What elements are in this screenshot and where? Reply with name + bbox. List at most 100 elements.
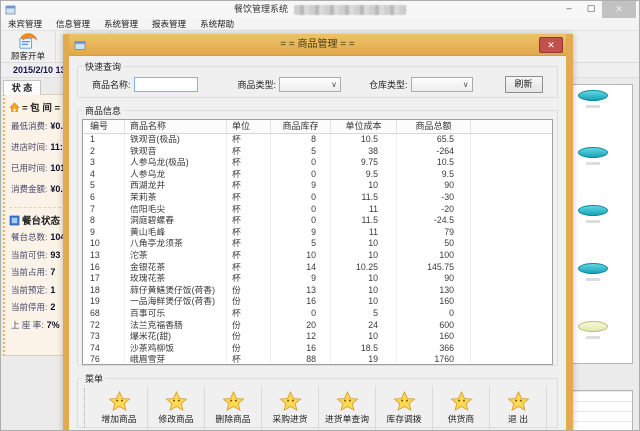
table-row[interactable]: 2铁观音杯538-264 [83,146,552,158]
table-status-title: 餐台状态 [22,213,60,227]
menu-button[interactable]: 采购进货 [262,386,319,430]
stat-row: 已用时间:101 [5,158,66,179]
table-row[interactable]: 10八角亭龙须茶杯51050 [83,238,552,250]
table-cell: 10 [271,250,331,262]
dining-table-icon[interactable] [578,147,608,158]
table-row[interactable]: 73爆米花(甜)份1210160 [83,331,552,343]
table-row[interactable]: 3人参乌龙(极品)杯09.7510.5 [83,157,552,169]
menu-button[interactable]: 退 出 [490,386,547,430]
menu-button[interactable]: 删除商品 [205,386,262,430]
table-row[interactable]: 5西湖龙井杯91090 [83,180,552,192]
table-row[interactable]: 9黄山毛峰杯91179 [83,227,552,239]
column-header[interactable]: 编号 [83,120,125,133]
table-cell: 9 [271,180,331,192]
table-row[interactable]: 6茉莉茶杯011.5-30 [83,192,552,204]
stat-label: 进店时间: [11,142,47,152]
menu-button-label: 供货商 [448,412,474,425]
table-cell-filler [471,343,552,355]
tab-status[interactable]: 状 态 [3,80,41,95]
app-window: 餐饮管理系统 – ▢ ✕ 来宾管理信息管理系统管理报表管理系统帮助 顾客开单增加… [0,0,640,431]
table-cell-filler [471,238,552,250]
column-header[interactable]: 单位 [227,120,271,133]
dining-table-icon[interactable] [578,263,608,274]
dining-table-icon[interactable] [578,321,608,332]
table-cell: 73 [83,331,125,343]
star-icon [450,391,473,411]
table-row[interactable]: 19一品海鲜煲仔饭(荷香)份1610160 [83,296,552,308]
table-cell: 160 [397,296,471,308]
table-cell: 茉莉茶 [125,192,227,204]
table-row[interactable]: 16金银花茶杯1410.25145.75 [83,262,552,274]
table-cell: -24.5 [397,215,471,227]
table-cell: 11.5 [331,192,397,204]
table-row[interactable]: 74沙茶鸡柳饭份1618.5366 [83,343,552,355]
table-cell: 10 [331,238,397,250]
table-row[interactable]: 72法兰克福香肠份2024600 [83,320,552,332]
product-name-input[interactable] [134,77,198,92]
menu-button[interactable]: 修改商品 [148,386,205,430]
column-header[interactable]: 商品库存 [271,120,331,133]
menu-button[interactable]: 进货单查询 [319,386,376,430]
minimize-button[interactable]: – [558,1,580,16]
table-cell: 杯 [227,146,271,158]
table-cell: 杯 [227,192,271,204]
table-cell: 11 [331,227,397,239]
table-cell: 爆米花(甜) [125,331,227,343]
window-close-button[interactable]: ✕ [602,1,636,18]
menu-button[interactable]: 供货商 [433,386,490,430]
table-cell-filler [471,250,552,262]
star-icon [507,391,530,411]
menubar-item[interactable]: 系统帮助 [193,18,241,31]
dialog-close-button[interactable]: ✕ [539,37,563,53]
table-cell-filler [471,296,552,308]
menubar-item[interactable]: 信息管理 [49,18,97,31]
table-cell: 13 [271,285,331,297]
table-cell: 铁观音(极品) [125,134,227,146]
warehouse-type-select[interactable]: ∨ [411,77,473,92]
menu-button[interactable]: 增加商品 [91,386,148,430]
column-header[interactable]: 商品总额 [397,120,471,133]
dining-table-icon[interactable] [578,90,608,101]
table-cell: 杯 [227,354,271,365]
column-header-filler [471,120,552,133]
table-row[interactable]: 4人参乌龙杯09.59.5 [83,169,552,181]
table-cell: 份 [227,320,271,332]
maximize-button[interactable]: ▢ [580,1,602,16]
table-row[interactable]: 76峨眉雪芽杯88191760 [83,354,552,365]
menubar-item[interactable]: 报表管理 [145,18,193,31]
refresh-button[interactable]: 刷新 [505,76,543,93]
table-cell: 杯 [227,308,271,320]
table-cell: 蒜仔黄鳝煲仔饭(荷香) [125,285,227,297]
stat-value: 1 [50,285,55,295]
dialog-titlebar[interactable]: = = 商品管理 = = ✕ [69,34,566,56]
table-cell: -30 [397,192,471,204]
table-cell: 19 [83,296,125,308]
dining-table-icon[interactable] [578,205,608,216]
table-cell: 份 [227,285,271,297]
room-section-header: = 包 间 = [9,100,66,114]
menubar-item[interactable]: 来宾管理 [1,18,49,31]
table-cell: 2 [83,146,125,158]
window-titlebar[interactable]: 餐饮管理系统 – ▢ ✕ [1,1,639,18]
table-cell: -20 [397,204,471,216]
table-cell: 9 [271,227,331,239]
column-header[interactable]: 商品名称 [125,120,227,133]
table-row[interactable]: 68百事可乐杯050 [83,308,552,320]
menubar-item[interactable]: 系统管理 [97,18,145,31]
table-row[interactable]: 8洞庭碧螺春杯011.5-24.5 [83,215,552,227]
table-cell-filler [471,215,552,227]
table-cell: 10 [331,273,397,285]
column-header[interactable]: 单位成本 [331,120,397,133]
table-row[interactable]: 1铁观音(极品)杯810.565.5 [83,134,552,146]
table-row[interactable]: 17玫瑰花茶杯91090 [83,273,552,285]
product-type-select[interactable]: ∨ [279,77,341,92]
stat-value: 2 [50,302,55,312]
table-row[interactable]: 13沱茶杯1010100 [83,250,552,262]
toolbar-button[interactable]: 顾客开单 [1,31,56,62]
table-cell-filler [471,320,552,332]
menu-button[interactable]: 库存调拨 [376,386,433,430]
table-row[interactable]: 7信阳毛尖杯011-20 [83,204,552,216]
table-row[interactable]: 18蒜仔黄鳝煲仔饭(荷香)份1310130 [83,285,552,297]
table-cell: 72 [83,320,125,332]
table-cell: 金银花茶 [125,262,227,274]
